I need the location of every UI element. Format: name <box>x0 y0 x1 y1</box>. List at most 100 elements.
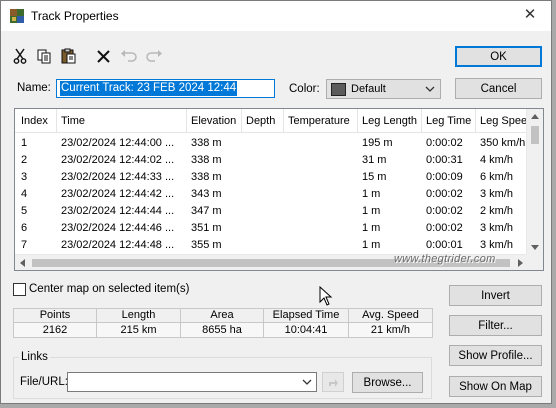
window-title: Track Properties <box>31 9 119 23</box>
stat-value: 10:04:41 <box>264 323 348 337</box>
file-url-input[interactable] <box>67 372 317 392</box>
column-header-temperature[interactable]: Temperature <box>288 115 350 127</box>
scroll-up-icon[interactable] <box>531 114 539 119</box>
filter-button[interactable]: Filter... <box>449 315 542 336</box>
arrow-icon <box>329 379 338 387</box>
column-header-leg-time[interactable]: Leg Time <box>426 115 471 127</box>
table-cell-leg-length: 1 m <box>362 205 381 217</box>
table-cell-leg-speed: 350 km/h <box>480 137 526 149</box>
stat-value: 21 km/h <box>349 323 432 337</box>
column-header-leg-speed[interactable]: Leg Speed <box>480 115 527 127</box>
table-row[interactable]: 4 23/02/2024 12:44:42 ... 343 m 1 m 0:00:02 3… <box>15 186 528 203</box>
track-points-table[interactable]: Index Time Elevation Depth Temperature L… <box>14 108 544 271</box>
scroll-right-icon[interactable] <box>518 259 523 267</box>
table-cell-elevation: 338 m <box>191 137 222 149</box>
column-header-leg-length[interactable]: Leg Length <box>362 115 417 127</box>
open-link-button <box>322 372 344 392</box>
browse-button[interactable]: Browse... <box>352 372 423 393</box>
table-cell-index: 6 <box>21 222 28 234</box>
column-header-time[interactable]: Time <box>61 115 85 127</box>
table-cell-leg-length: 15 m <box>362 171 387 183</box>
table-cell-leg-time: 0:00:31 <box>426 154 463 166</box>
paste-icon[interactable] <box>59 47 77 65</box>
vertical-scrollbar[interactable] <box>526 109 543 255</box>
ok-button[interactable]: OK <box>455 46 542 67</box>
color-swatch <box>331 82 346 96</box>
stat-area: Area 8655 ha <box>181 309 264 337</box>
table-cell-elevation: 338 m <box>191 171 222 183</box>
table-row[interactable]: 7 23/02/2024 12:44:48 ... 355 m 1 m 0:00:01 3… <box>15 237 528 254</box>
table-cell-leg-length: 1 m <box>362 239 381 251</box>
table-row[interactable]: 6 23/02/2024 12:44:46 ... 351 m 1 m 0:00:02 3… <box>15 220 528 237</box>
table-cell-index: 7 <box>21 239 28 251</box>
table-cell-elevation: 338 m <box>191 154 222 166</box>
table-cell-index: 2 <box>21 154 28 166</box>
table-row[interactable]: 3 23/02/2024 12:44:33 ... 338 m 15 m 0:00:09… <box>15 169 528 186</box>
undo-icon <box>120 47 138 65</box>
scroll-left-icon[interactable] <box>20 259 25 267</box>
chevron-down-icon <box>425 86 435 92</box>
color-select[interactable]: Default <box>326 79 441 99</box>
cancel-button[interactable]: Cancel <box>455 78 542 99</box>
track-properties-window: Track Properties ✕ Name: Current Track: … <box>0 0 552 404</box>
stat-avg-speed: Avg. Speed 21 km/h <box>349 309 432 337</box>
table-cell-leg-speed: 3 km/h <box>480 239 514 251</box>
stat-value: 8655 ha <box>181 323 263 337</box>
column-header-index[interactable]: Index <box>21 115 48 127</box>
table-cell-leg-time: 0:00:02 <box>426 222 463 234</box>
name-input[interactable]: Current Track: 23 FEB 2024 12:44 <box>56 79 275 98</box>
table-cell-leg-time: 0:00:02 <box>426 188 463 200</box>
copy-icon[interactable] <box>35 47 53 65</box>
chevron-down-icon[interactable] <box>301 376 313 388</box>
table-cell-leg-time: 0:00:09 <box>426 171 463 183</box>
table-cell-index: 5 <box>21 205 28 217</box>
center-map-checkbox[interactable] <box>13 283 26 296</box>
stat-label: Avg. Speed <box>349 309 432 323</box>
table-cell-time: 23/02/2024 12:44:46 ... <box>61 222 175 234</box>
name-value: Current Track: 23 FEB 2024 12:44 <box>60 81 238 96</box>
cut-icon[interactable] <box>11 47 29 65</box>
table-cell-index: 4 <box>21 188 28 200</box>
watermark: www.thegtrider.com <box>394 253 496 265</box>
table-cell-leg-length: 195 m <box>362 137 393 149</box>
table-cell-time: 23/02/2024 12:44:42 ... <box>61 188 175 200</box>
links-group-title: Links <box>19 351 50 363</box>
table-header: Index Time Elevation Depth Temperature L… <box>15 109 528 133</box>
table-row[interactable]: 1 23/02/2024 12:44:00 ... 338 m 195 m 0:00:0… <box>15 135 528 152</box>
table-cell-time: 23/02/2024 12:44:02 ... <box>61 154 175 166</box>
column-header-elevation[interactable]: Elevation <box>191 115 236 127</box>
table-row[interactable]: 5 23/02/2024 12:44:44 ... 347 m 1 m 0:00:02 2… <box>15 203 528 220</box>
close-icon[interactable]: ✕ <box>521 6 539 24</box>
file-url-label: File/URL: <box>20 376 68 388</box>
table-cell-time: 23/02/2024 12:44:33 ... <box>61 171 175 183</box>
stat-label: Points <box>14 309 96 323</box>
invert-button[interactable]: Invert <box>449 285 542 306</box>
stat-label: Elapsed Time <box>264 309 348 323</box>
table-cell-leg-speed: 3 km/h <box>480 188 514 200</box>
app-icon <box>10 9 24 23</box>
vertical-scroll-thumb[interactable] <box>531 126 539 144</box>
table-row[interactable]: 2 23/02/2024 12:44:02 ... 338 m 31 m 0:00:31… <box>15 152 528 169</box>
stat-label: Length <box>97 309 180 323</box>
table-cell-leg-time: 0:00:01 <box>426 239 463 251</box>
table-cell-elevation: 347 m <box>191 205 222 217</box>
table-cell-time: 23/02/2024 12:44:48 ... <box>61 239 175 251</box>
scroll-down-icon[interactable] <box>531 245 539 250</box>
mouse-cursor-icon <box>319 286 333 306</box>
table-cell-index: 3 <box>21 171 28 183</box>
table-cell-elevation: 351 m <box>191 222 222 234</box>
show-on-map-button[interactable]: Show On Map <box>449 376 542 397</box>
table-cell-leg-time: 0:00:02 <box>426 205 463 217</box>
show-profile-button[interactable]: Show Profile... <box>449 345 542 366</box>
column-header-depth[interactable]: Depth <box>246 115 275 127</box>
table-cell-elevation: 355 m <box>191 239 222 251</box>
table-cell-leg-speed: 3 km/h <box>480 222 514 234</box>
stat-length: Length 215 km <box>97 309 181 337</box>
title-bar: Track Properties ✕ <box>1 1 551 31</box>
table-cell-index: 1 <box>21 137 28 149</box>
delete-icon[interactable] <box>94 47 112 65</box>
table-cell-leg-speed: 4 km/h <box>480 154 514 166</box>
table-cell-elevation: 343 m <box>191 188 222 200</box>
stat-label: Area <box>181 309 263 323</box>
table-cell-leg-length: 1 m <box>362 222 381 234</box>
